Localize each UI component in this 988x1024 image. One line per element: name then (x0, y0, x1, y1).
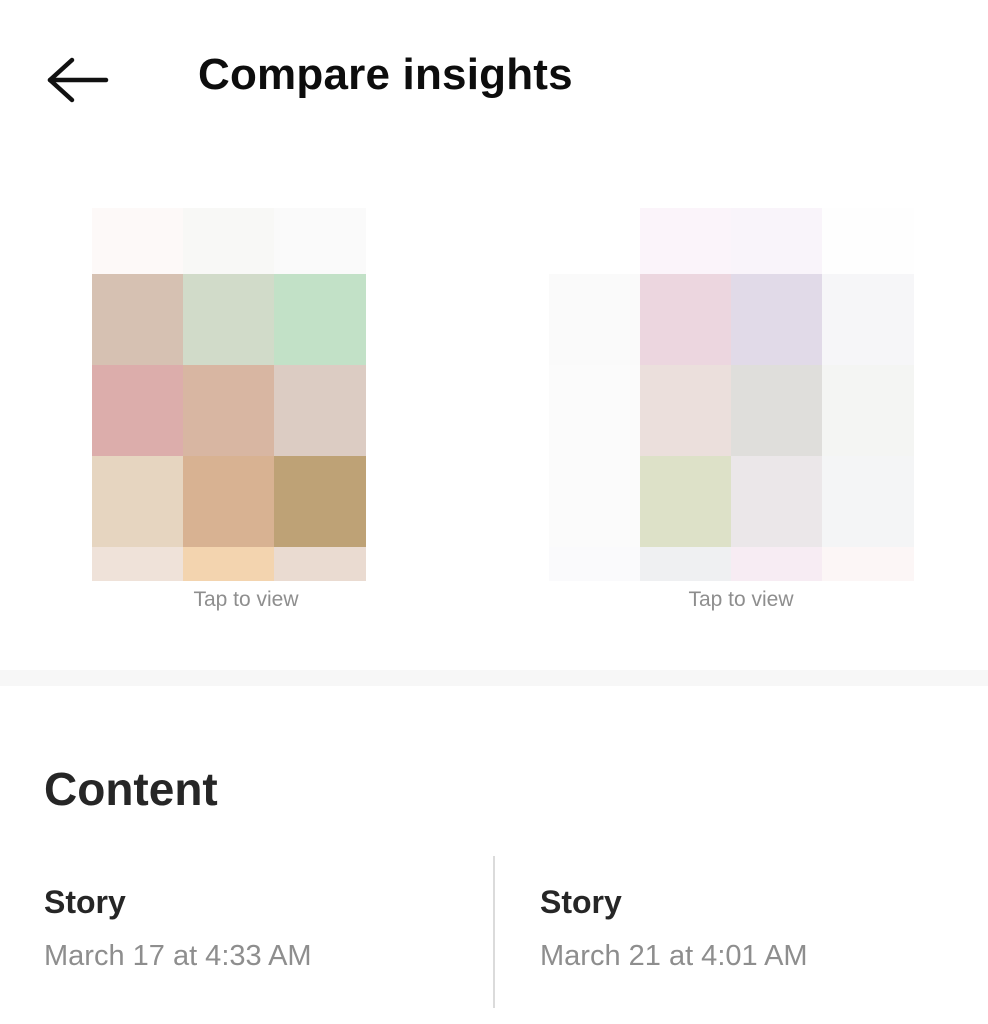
thumbnail-pixel (822, 365, 914, 456)
thumbnail-pixel (822, 208, 914, 274)
thumbnail-pixel (731, 365, 822, 456)
thumbnail-pixel (92, 547, 183, 581)
page-title: Compare insights (198, 50, 573, 99)
thumbnail-pixel (183, 456, 274, 547)
thumbnail-pixel (183, 208, 274, 274)
thumbnail-pixel (640, 365, 731, 456)
thumbnail-pixel (549, 547, 640, 581)
arrow-left-icon (47, 57, 109, 103)
thumbnail-pixel (274, 456, 366, 547)
content-section-title: Content (44, 763, 218, 815)
timestamp-left: March 17 at 4:33 AM (44, 940, 312, 972)
back-button[interactable] (38, 48, 118, 112)
header-bar: Compare insights (0, 0, 988, 160)
thumbnail-pixel (731, 456, 822, 547)
thumbnail-pixel (549, 456, 640, 547)
column-divider (493, 856, 495, 1008)
tap-to-view-label[interactable]: Tap to view (591, 588, 891, 612)
blurred-thumbnail (549, 208, 914, 583)
thumbnail-pixel (183, 365, 274, 456)
thumbnail-pixel (549, 365, 640, 456)
thumbnail-pixel (822, 547, 914, 581)
thumbnail-pixel (640, 456, 731, 547)
timestamp-right: March 21 at 4:01 AM (540, 940, 808, 972)
thumbnail-pixel (822, 456, 914, 547)
thumbnail-pixel (92, 208, 183, 274)
story-preview-left[interactable] (92, 208, 366, 583)
thumbnail-pixel (822, 274, 914, 365)
thumbnail-pixel (183, 547, 274, 581)
thumbnail-pixel (640, 547, 731, 581)
thumbnail-pixel (274, 274, 366, 365)
content-type-left: Story (44, 884, 126, 920)
thumbnail-pixel (549, 274, 640, 365)
story-preview-right[interactable] (549, 208, 914, 583)
blurred-thumbnail (92, 208, 366, 583)
thumbnail-pixel (274, 208, 366, 274)
tap-to-view-label[interactable]: Tap to view (96, 588, 396, 612)
thumbnail-pixel (183, 274, 274, 365)
content-type-right: Story (540, 884, 622, 920)
thumbnail-pixel (731, 274, 822, 365)
thumbnail-pixel (92, 274, 183, 365)
section-divider (0, 670, 988, 686)
thumbnail-pixel (731, 208, 822, 274)
thumbnail-pixel (274, 547, 366, 581)
thumbnail-pixel (92, 456, 183, 547)
thumbnail-pixel (92, 365, 183, 456)
thumbnail-pixel (274, 365, 366, 456)
thumbnail-pixel (731, 547, 822, 581)
thumbnail-pixel (549, 208, 640, 274)
thumbnail-pixel (640, 208, 731, 274)
thumbnail-pixel (640, 274, 731, 365)
